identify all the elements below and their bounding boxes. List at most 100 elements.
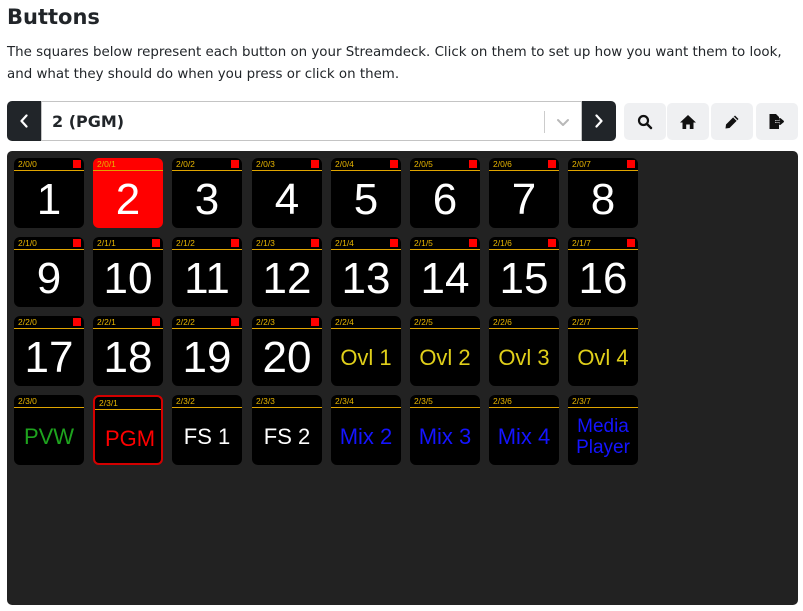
edit-button[interactable] <box>711 103 753 140</box>
key-location: 2/0/5 <box>414 159 433 169</box>
streamdeck-key[interactable]: 2/0/4 5 <box>331 158 401 228</box>
tally-indicator <box>469 160 477 168</box>
tally-indicator <box>231 239 239 247</box>
key-label: Ovl 2 <box>419 344 471 370</box>
key-location: 2/3/5 <box>414 396 433 406</box>
key-label: 6 <box>432 174 458 224</box>
key-location: 2/0/1 <box>97 159 116 169</box>
key-label: Mix 3 <box>418 423 472 449</box>
button-grid: 2/0/0 1 2/0/1 2 2/0/2 3 2/0/3 4 2/0/4 5 2/0/5 6 2/0/… <box>7 151 798 605</box>
next-page-button[interactable] <box>582 101 616 141</box>
tally-indicator <box>311 239 319 247</box>
key-location: 2/0/2 <box>176 159 195 169</box>
search-button[interactable] <box>624 103 666 140</box>
streamdeck-key[interactable]: 2/1/1 10 <box>93 237 163 307</box>
streamdeck-key[interactable]: 2/3/2 FS 1 <box>172 395 242 465</box>
streamdeck-key[interactable]: 2/1/3 12 <box>252 237 322 307</box>
streamdeck-key[interactable]: 2/0/6 7 <box>489 158 559 228</box>
key-location: 2/3/4 <box>335 396 354 406</box>
streamdeck-key[interactable]: 2/2/7 Ovl 4 <box>568 316 638 386</box>
key-location: 2/1/1 <box>97 238 116 248</box>
key-location: 2/2/0 <box>18 317 37 327</box>
streamdeck-key[interactable]: 2/1/6 15 <box>489 237 559 307</box>
tally-indicator <box>627 160 635 168</box>
streamdeck-key[interactable]: 2/1/2 11 <box>172 237 242 307</box>
streamdeck-key[interactable]: 2/2/6 Ovl 3 <box>489 316 559 386</box>
key-location: 2/2/1 <box>97 317 116 327</box>
key-header: 2/1/7 <box>568 237 638 250</box>
key-header: 2/1/6 <box>489 237 559 250</box>
key-header: 2/2/1 <box>93 316 163 329</box>
previous-page-button[interactable] <box>7 101 41 141</box>
streamdeck-key[interactable]: 2/1/4 13 <box>331 237 401 307</box>
key-location: 2/3/6 <box>493 396 512 406</box>
key-header: 2/2/5 <box>410 316 480 329</box>
page-description: The squares below represent each button … <box>7 45 782 82</box>
streamdeck-key[interactable]: 2/0/7 8 <box>568 158 638 228</box>
tally-indicator <box>390 239 398 247</box>
key-label: 13 <box>341 253 391 303</box>
tally-indicator <box>152 318 160 326</box>
key-label: 12 <box>262 253 312 303</box>
key-label: 1 <box>36 174 62 224</box>
streamdeck-key[interactable]: 2/2/1 18 <box>93 316 163 386</box>
tally-indicator <box>311 160 319 168</box>
export-icon <box>769 114 784 129</box>
streamdeck-key[interactable]: 2/3/5 Mix 3 <box>410 395 480 465</box>
key-header: 2/0/6 <box>489 158 559 171</box>
chevron-down-icon[interactable] <box>555 114 571 130</box>
streamdeck-key[interactable]: 2/3/4 Mix 2 <box>331 395 401 465</box>
key-location: 2/2/6 <box>493 317 512 327</box>
key-header: 2/3/4 <box>331 395 401 408</box>
streamdeck-key[interactable]: 2/2/5 Ovl 2 <box>410 316 480 386</box>
streamdeck-key[interactable]: 2/2/4 Ovl 1 <box>331 316 401 386</box>
streamdeck-key[interactable]: 2/0/2 3 <box>172 158 242 228</box>
chevron-left-icon <box>20 114 28 128</box>
key-header: 2/0/2 <box>172 158 242 171</box>
key-location: 2/2/7 <box>572 317 591 327</box>
tally-indicator <box>231 160 239 168</box>
tally-indicator <box>231 318 239 326</box>
key-label: PGM <box>104 425 156 451</box>
key-header: 2/0/5 <box>410 158 480 171</box>
home-button[interactable] <box>667 103 709 140</box>
streamdeck-key[interactable]: 2/1/7 16 <box>568 237 638 307</box>
key-location: 2/1/0 <box>18 238 37 248</box>
key-label: Mix 4 <box>497 423 551 449</box>
page-select[interactable]: 2 (PGM) <box>41 101 582 141</box>
key-label: Mix 2 <box>339 423 393 449</box>
key-header: 2/3/7 <box>568 395 638 408</box>
streamdeck-key[interactable]: 2/0/0 1 <box>14 158 84 228</box>
streamdeck-key[interactable]: 2/2/2 19 <box>172 316 242 386</box>
tally-indicator <box>627 239 635 247</box>
streamdeck-key[interactable]: 2/3/0 PVW <box>14 395 84 465</box>
streamdeck-key[interactable]: 2/3/7 Media Player <box>568 395 638 465</box>
key-label: 20 <box>262 332 312 382</box>
key-location: 2/0/4 <box>335 159 354 169</box>
key-header: 2/0/4 <box>331 158 401 171</box>
key-label: 19 <box>182 332 232 382</box>
streamdeck-key[interactable]: 2/3/1 PGM <box>93 395 163 465</box>
key-label: 11 <box>184 253 230 303</box>
streamdeck-key[interactable]: 2/2/0 17 <box>14 316 84 386</box>
tally-indicator <box>152 160 160 168</box>
key-location: 2/0/7 <box>572 159 591 169</box>
export-button[interactable] <box>756 103 798 140</box>
key-label: 16 <box>578 253 628 303</box>
streamdeck-key[interactable]: 2/0/1 2 <box>93 158 163 228</box>
key-header: 2/0/1 <box>93 158 163 171</box>
streamdeck-key[interactable]: 2/3/6 Mix 4 <box>489 395 559 465</box>
key-label: 15 <box>499 253 549 303</box>
key-header: 2/3/3 <box>252 395 322 408</box>
streamdeck-key[interactable]: 2/3/3 FS 2 <box>252 395 322 465</box>
key-label: 17 <box>24 332 74 382</box>
streamdeck-key[interactable]: 2/2/3 20 <box>252 316 322 386</box>
streamdeck-key[interactable]: 2/0/5 6 <box>410 158 480 228</box>
streamdeck-key[interactable]: 2/0/3 4 <box>252 158 322 228</box>
key-label: PVW <box>23 423 75 449</box>
streamdeck-key[interactable]: 2/1/0 9 <box>14 237 84 307</box>
tally-indicator <box>73 318 81 326</box>
key-header: 2/0/0 <box>14 158 84 171</box>
streamdeck-key[interactable]: 2/1/5 14 <box>410 237 480 307</box>
search-icon <box>637 114 653 129</box>
